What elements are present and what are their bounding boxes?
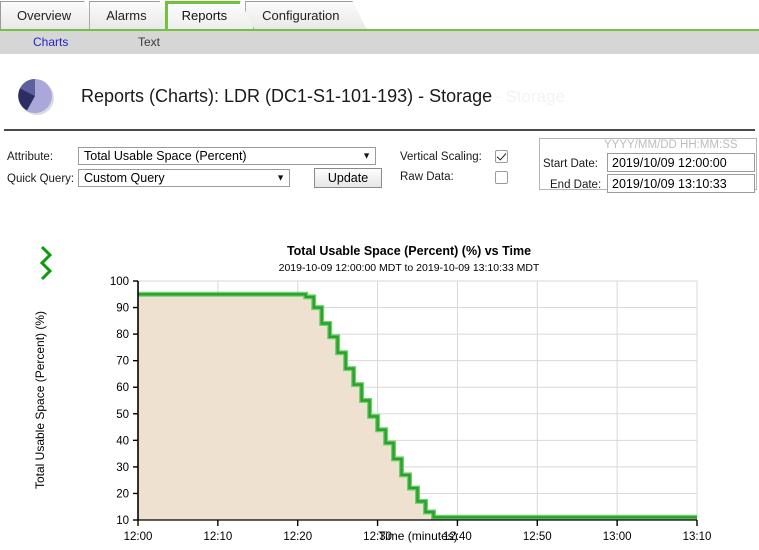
attribute-select-value: Total Usable Space (Percent) — [84, 149, 247, 163]
y-tick-label: 80 — [116, 329, 129, 341]
main-tab-bar: Overview Alarms Reports Configuration — [0, 0, 759, 31]
tab-reports-top-edge — [166, 2, 241, 4]
attribute-select[interactable]: Total Usable Space (Percent) ▼ — [78, 147, 376, 165]
subtab-text[interactable]: Text — [138, 35, 160, 49]
tab-reports-left-edge — [166, 2, 168, 29]
end-date-label: End Date: — [550, 179, 602, 191]
quick-query-label: Quick Query: — [7, 173, 75, 185]
y-tick-label: 50 — [116, 409, 129, 421]
y-tick-label: 10 — [116, 515, 129, 527]
start-date-label: Start Date: — [543, 158, 598, 170]
chart-container: Total Usable Space (Percent) (%) vs Time… — [0, 225, 759, 550]
tab-alarms[interactable]: Alarms — [89, 1, 173, 29]
usable-space-chart: Total Usable Space (Percent) (%) vs Time… — [0, 225, 759, 550]
update-button[interactable]: Update — [314, 168, 382, 188]
quick-query-select[interactable]: Custom Query ▼ — [78, 169, 290, 187]
raw-data-label: Raw Data: — [400, 171, 454, 183]
plot-area: 10203040506070809010012:00 12:10 12:20 12:3… — [110, 276, 712, 543]
pie-chart-icon — [18, 79, 54, 115]
y-tick-label: 40 — [116, 435, 129, 447]
vertical-scaling-label: Vertical Scaling: — [400, 151, 482, 163]
date-format-hint: YYYY/MM/DD HH:MM:SS — [604, 139, 738, 151]
x-tick-label: 12:00 — [124, 531, 153, 543]
start-date-input[interactable]: 2019/10/09 12:00:00 — [607, 153, 755, 172]
x-tick-label: 12:50 — [523, 531, 552, 543]
vertical-scaling-checkbox[interactable] — [495, 150, 508, 163]
page-title-ghost: - Storage — [495, 87, 565, 106]
y-tick-label: 70 — [116, 356, 129, 368]
chevron-down-icon: ▼ — [362, 150, 371, 161]
tab-overview-label: Overview — [17, 8, 72, 23]
chart-title: Total Usable Space (Percent) (%) vs Time — [287, 244, 531, 258]
sub-tab-bar: Charts Text — [0, 31, 759, 54]
x-tick-label: 13:00 — [603, 531, 632, 543]
x-tick-label: 13:10 — [683, 531, 712, 543]
raw-data-checkbox[interactable] — [495, 171, 508, 184]
tab-configuration-label: Configuration — [262, 8, 340, 23]
y-axis-title: Total Usable Space (Percent) (%) — [33, 311, 47, 489]
x-tick-label: 12:20 — [283, 531, 312, 543]
page-title: Reports (Charts): LDR (DC1-S1-101-193) -… — [81, 86, 493, 106]
y-tick-label: 90 — [116, 303, 129, 315]
subtab-charts[interactable]: Charts — [33, 35, 68, 49]
y-tick-label: 100 — [110, 276, 129, 288]
page-heading: Reports (Charts): LDR (DC1-S1-101-193) -… — [0, 56, 759, 130]
tab-alarms-label: Alarms — [106, 8, 147, 23]
heading-divider — [4, 129, 755, 131]
y-tick-label: 30 — [116, 462, 129, 474]
tab-reports-label: Reports — [181, 8, 228, 23]
tab-strip: Overview Alarms Reports Configuration — [0, 0, 358, 29]
chart-subtitle: 2019-10-09 12:00:00 MDT to 2019-10-09 13… — [279, 262, 540, 274]
end-date-input[interactable]: 2019/10/09 13:10:33 — [607, 174, 755, 193]
quick-query-select-value: Custom Query — [84, 171, 165, 185]
chevron-down-icon: ▼ — [276, 172, 285, 183]
tab-configuration[interactable]: Configuration — [245, 1, 366, 29]
tab-reports[interactable]: Reports — [165, 1, 255, 29]
attribute-label: Attribute: — [7, 151, 54, 163]
x-axis-title: Time (minutes) — [378, 529, 458, 543]
y-tick-label: 60 — [116, 382, 129, 394]
y-tick-label: 20 — [116, 488, 129, 500]
x-tick-label: 12:10 — [203, 531, 232, 543]
tab-overview[interactable]: Overview — [0, 1, 98, 29]
